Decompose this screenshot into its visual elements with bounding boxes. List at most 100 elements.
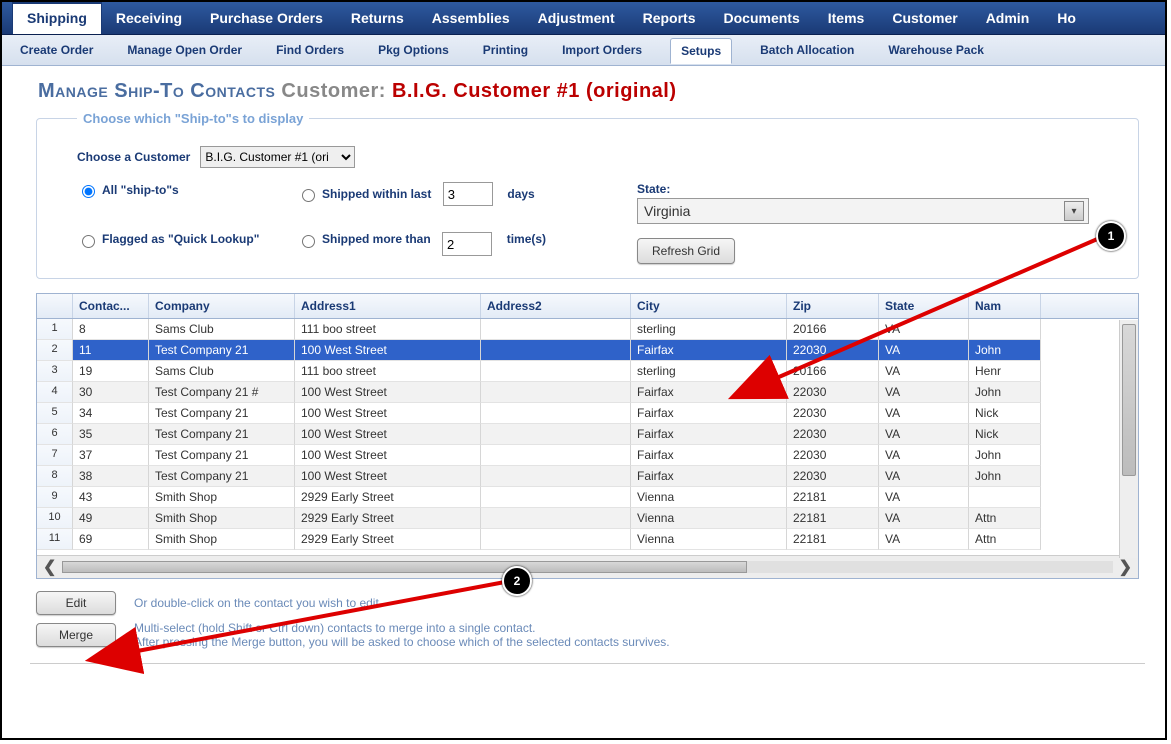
radio-flagged[interactable]: Flagged as "Quick Lookup" <box>77 232 277 248</box>
cell: Test Company 21 <box>149 424 295 445</box>
row-number: 5 <box>37 403 73 424</box>
col-header-nam[interactable]: Nam <box>969 294 1041 318</box>
table-row[interactable]: 430Test Company 21 #100 West StreetFairf… <box>37 382 1138 403</box>
table-row[interactable]: 534Test Company 21100 West StreetFairfax… <box>37 403 1138 424</box>
radio-within-input[interactable] <box>302 189 315 202</box>
scrollbar-thumb-h[interactable] <box>62 561 747 573</box>
radio-shipped-within[interactable]: Shipped within last days <box>297 182 617 206</box>
nav-main-ho[interactable]: Ho <box>1043 2 1090 34</box>
cell: 22181 <box>787 529 879 550</box>
row-number: 3 <box>37 361 73 382</box>
state-select[interactable]: Virginia ▾ <box>637 198 1089 224</box>
times-unit: time(s) <box>507 232 546 246</box>
cell: John <box>969 382 1041 403</box>
radio-more-input[interactable] <box>302 235 315 248</box>
radio-shipped-more[interactable]: Shipped more than time(s) <box>297 232 617 256</box>
scrollbar-thumb-v[interactable] <box>1122 324 1136 476</box>
nav-sub-find-orders[interactable]: Find Orders <box>270 37 350 63</box>
nav-sub-batch-allocation[interactable]: Batch Allocation <box>754 37 860 63</box>
scrollbar-vertical[interactable] <box>1119 320 1138 558</box>
nav-sub-manage-open-order[interactable]: Manage Open Order <box>121 37 248 63</box>
actions-panel: Edit Or double-click on the contact you … <box>36 591 1139 649</box>
scroll-left-icon[interactable]: ❮ <box>43 557 56 577</box>
cell: 20166 <box>787 361 879 382</box>
nav-main-reports[interactable]: Reports <box>629 2 710 34</box>
cell: 69 <box>73 529 149 550</box>
table-row[interactable]: 635Test Company 21100 West StreetFairfax… <box>37 424 1138 445</box>
nav-main-assemblies[interactable]: Assemblies <box>418 2 524 34</box>
nav-main-documents[interactable]: Documents <box>710 2 814 34</box>
filter-legend: Choose which "Ship-to"s to display <box>77 111 309 126</box>
col-header-city[interactable]: City <box>631 294 787 318</box>
merge-button[interactable]: Merge <box>36 623 116 647</box>
col-header-address1[interactable]: Address1 <box>295 294 481 318</box>
cell: Smith Shop <box>149 487 295 508</box>
radio-within-label: Shipped within last <box>322 187 431 201</box>
table-row[interactable]: 319Sams Club111 boo streetsterling20166V… <box>37 361 1138 382</box>
scroll-right-icon[interactable]: ❯ <box>1119 557 1132 577</box>
scroll-track[interactable] <box>62 561 1112 573</box>
cell: VA <box>879 445 969 466</box>
col-header-zip[interactable]: Zip <box>787 294 879 318</box>
row-number: 9 <box>37 487 73 508</box>
col-header-company[interactable]: Company <box>149 294 295 318</box>
row-number: 1 <box>37 319 73 340</box>
cell: VA <box>879 361 969 382</box>
cell: Fairfax <box>631 445 787 466</box>
nav-sub-warehouse-pack[interactable]: Warehouse Pack <box>882 37 990 63</box>
cell: VA <box>879 487 969 508</box>
contacts-grid: Contac...CompanyAddress1Address2CityZipS… <box>36 293 1139 579</box>
cell: 34 <box>73 403 149 424</box>
row-number: 11 <box>37 529 73 550</box>
nav-sub-pkg-options[interactable]: Pkg Options <box>372 37 455 63</box>
row-number: 7 <box>37 445 73 466</box>
cell: Sams Club <box>149 361 295 382</box>
nav-main-items[interactable]: Items <box>814 2 879 34</box>
nav-main-customer[interactable]: Customer <box>878 2 971 34</box>
nav-main-returns[interactable]: Returns <box>337 2 418 34</box>
radio-all-shiptos[interactable]: All "ship-to"s <box>77 182 277 198</box>
cell: Test Company 21 <box>149 466 295 487</box>
table-row[interactable]: 943Smith Shop2929 Early StreetVienna2218… <box>37 487 1138 508</box>
filter-panel: Choose which "Ship-to"s to display Choos… <box>36 111 1139 279</box>
days-input[interactable] <box>443 182 493 206</box>
cell: VA <box>879 424 969 445</box>
cell: 8 <box>73 319 149 340</box>
cell: 35 <box>73 424 149 445</box>
nav-sub-create-order[interactable]: Create Order <box>14 37 99 63</box>
table-row[interactable]: 1049Smith Shop2929 Early StreetVienna221… <box>37 508 1138 529</box>
cell: Sams Club <box>149 319 295 340</box>
edit-button[interactable]: Edit <box>36 591 116 615</box>
nav-main-admin[interactable]: Admin <box>972 2 1044 34</box>
radio-flagged-input[interactable] <box>82 235 95 248</box>
table-row[interactable]: 18Sams Club111 boo streetsterling20166VA <box>37 319 1138 340</box>
table-row[interactable]: 211Test Company 21100 West StreetFairfax… <box>37 340 1138 361</box>
cell: Smith Shop <box>149 508 295 529</box>
table-row[interactable]: 737Test Company 21100 West StreetFairfax… <box>37 445 1138 466</box>
cell: 22030 <box>787 382 879 403</box>
nav-sub-setups[interactable]: Setups <box>670 38 732 64</box>
cell: Fairfax <box>631 403 787 424</box>
nav-sub-printing[interactable]: Printing <box>477 37 534 63</box>
cell: sterling <box>631 361 787 382</box>
cell: 22181 <box>787 487 879 508</box>
times-input[interactable] <box>442 232 492 256</box>
grid-rows: 18Sams Club111 boo streetsterling20166VA… <box>37 319 1138 555</box>
table-row[interactable]: 1169Smith Shop2929 Early StreetVienna221… <box>37 529 1138 550</box>
col-header-contac-[interactable]: Contac... <box>73 294 149 318</box>
col-header-address2[interactable]: Address2 <box>481 294 631 318</box>
merge-help-1: Multi-select (hold Shift or Ctrl down) c… <box>134 621 536 635</box>
nav-main-shipping[interactable]: Shipping <box>12 2 102 34</box>
nav-main-receiving[interactable]: Receiving <box>102 2 196 34</box>
refresh-grid-button[interactable]: Refresh Grid <box>637 238 735 264</box>
nav-sub-import-orders[interactable]: Import Orders <box>556 37 648 63</box>
radio-all-input[interactable] <box>82 185 95 198</box>
cell: John <box>969 466 1041 487</box>
table-row[interactable]: 838Test Company 21100 West StreetFairfax… <box>37 466 1138 487</box>
nav-main-adjustment[interactable]: Adjustment <box>524 2 629 34</box>
customer-select[interactable]: B.I.G. Customer #1 (ori <box>200 146 355 168</box>
col-header-state[interactable]: State <box>879 294 969 318</box>
cell: Fairfax <box>631 424 787 445</box>
scrollbar-horizontal[interactable]: ❮ ❯ <box>37 555 1138 578</box>
nav-main-purchase-orders[interactable]: Purchase Orders <box>196 2 337 34</box>
